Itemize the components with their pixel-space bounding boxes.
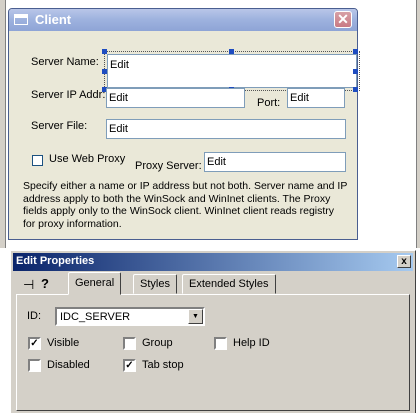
chevron-down-icon[interactable]: ▼ (188, 309, 203, 324)
tab-styles[interactable]: Styles (133, 274, 177, 294)
properties-titlebar[interactable]: Edit Properties x (13, 253, 413, 271)
close-icon[interactable]: x (397, 255, 411, 268)
properties-title: Edit Properties (16, 255, 95, 267)
resize-handle-w[interactable] (102, 69, 107, 74)
tab-extended-styles[interactable]: Extended Styles (182, 274, 276, 294)
id-label: ID: (27, 310, 42, 322)
client-dialog[interactable]: Client ✕ Server Name: Edit Server IP Add… (8, 8, 360, 240)
resize-handle-e[interactable] (353, 69, 358, 74)
group-label: Group (142, 337, 173, 349)
server-ip-label: Server IP Addr: (31, 89, 106, 101)
id-value: IDC_SERVER (60, 311, 131, 323)
id-combobox[interactable]: IDC_SERVER ▼ (55, 307, 205, 326)
editor-right-border (416, 0, 420, 248)
window-icon (14, 14, 28, 25)
server-file-field[interactable]: Edit (106, 119, 346, 139)
tab-general[interactable]: General (68, 272, 122, 295)
server-name-field[interactable]: Edit (107, 54, 357, 88)
help-text: Specify either a name or IP address but … (23, 180, 348, 230)
port-field[interactable]: Edit (287, 88, 345, 108)
server-file-label: Server File: (31, 120, 88, 132)
resize-handle-n[interactable] (229, 49, 234, 54)
editor-left-border (0, 0, 6, 248)
proxy-server-field[interactable]: Edit (204, 152, 346, 172)
server-name-label: Server Name: (31, 56, 99, 68)
visible-checkbox[interactable]: ✓ (28, 337, 41, 350)
group-checkbox[interactable] (123, 337, 136, 350)
help-id-label: Help ID (233, 337, 270, 349)
resize-handle-ne[interactable] (353, 49, 358, 54)
port-label: Port: (257, 97, 281, 109)
resize-handle-nw[interactable] (102, 49, 107, 54)
use-proxy-label: Use Web Proxy (49, 153, 126, 165)
help-id-checkbox[interactable] (214, 337, 227, 350)
pin-icon[interactable]: ⊣ (23, 277, 34, 293)
visible-label: Visible (47, 337, 80, 349)
help-icon[interactable]: ? (41, 276, 49, 291)
client-titlebar[interactable]: Client ✕ (9, 9, 357, 31)
disabled-checkbox[interactable] (28, 359, 41, 372)
edit-properties-window[interactable]: Edit Properties x ⊣ ? General Styles Ext… (10, 250, 416, 413)
tab-stop-label: Tab stop (142, 359, 184, 371)
disabled-label: Disabled (47, 359, 90, 371)
client-title: Client (35, 12, 72, 27)
close-icon[interactable]: ✕ (334, 11, 352, 28)
resize-handle-se[interactable] (353, 87, 358, 92)
proxy-server-label: Proxy Server: (135, 160, 202, 172)
tab-stop-checkbox[interactable]: ✓ (123, 359, 136, 372)
server-ip-field[interactable]: Edit (106, 88, 245, 108)
use-proxy-checkbox[interactable] (32, 155, 43, 166)
